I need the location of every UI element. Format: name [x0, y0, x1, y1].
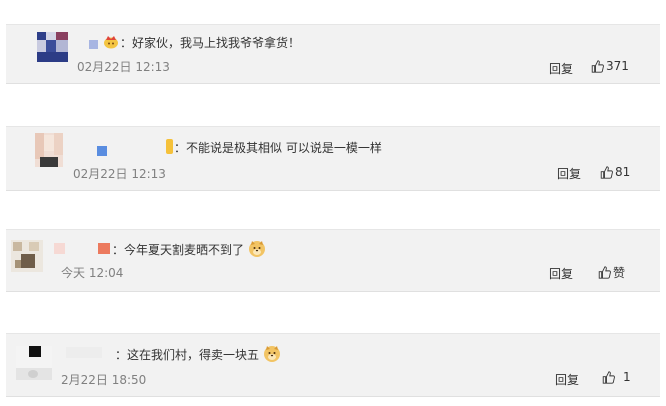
username-mask[interactable] [54, 243, 65, 254]
comment-card-4: ：这在我们村，得卖一块五 2月22日 18:50 回复 1 [6, 333, 660, 397]
like-button[interactable]: 371 [591, 59, 629, 73]
comment-card-1: ：好家伙，我马上找我爷爷拿货！ 02月22日 12:13 回复 371 [6, 24, 660, 84]
comment-text: ：这在我们村，得卖一块五 [115, 345, 281, 363]
user-badge [166, 139, 173, 154]
doge-emoji-icon [263, 346, 280, 362]
comment-text: ：不能说是极其相似 可以说是一模一样 [174, 141, 382, 155]
thumbs-up-icon [600, 165, 613, 179]
comment-text: ：好家伙，我马上找我爷爷拿货！ [120, 36, 301, 50]
comment-timestamp: 02月22日 12:13 [73, 167, 166, 181]
comment-timestamp: 今天 12:04 [61, 266, 124, 280]
crown-badge-icon [103, 34, 119, 49]
thumbs-up-icon [591, 59, 604, 73]
avatar[interactable] [37, 32, 68, 62]
reply-button[interactable]: 回复 [549, 60, 573, 77]
username-mask[interactable] [66, 347, 102, 358]
username-mask[interactable] [98, 243, 110, 254]
comment-card-3: ：今年夏天割麦晒不到了 今天 12:04 回复 赞 [6, 229, 660, 292]
comment-timestamp: 2月22日 18:50 [61, 373, 147, 387]
comment-text: ：今年夏天割麦晒不到了 [112, 240, 266, 258]
like-count: 赞 [613, 266, 626, 280]
thumbs-up-icon [598, 266, 611, 279]
username-mask[interactable] [89, 40, 98, 49]
reply-button[interactable]: 回复 [555, 371, 579, 388]
thumbs-up-icon [602, 370, 615, 384]
avatar[interactable] [35, 133, 63, 167]
reply-button[interactable]: 回复 [557, 165, 581, 182]
comment-timestamp: 02月22日 12:13 [77, 60, 170, 74]
like-button[interactable]: 赞 [598, 264, 625, 281]
doge-emoji-icon [248, 241, 265, 257]
like-count: 371 [606, 59, 629, 73]
comment-card-2: ：不能说是极其相似 可以说是一模一样 02月22日 12:13 回复 81 [6, 126, 660, 191]
like-button[interactable]: 1 [602, 370, 631, 384]
like-count: 81 [615, 165, 631, 179]
avatar[interactable] [16, 346, 52, 380]
avatar[interactable] [11, 240, 43, 272]
like-count: 1 [623, 370, 631, 384]
username-mask[interactable] [97, 146, 107, 156]
like-button[interactable]: 81 [600, 165, 630, 179]
reply-button[interactable]: 回复 [549, 265, 573, 282]
